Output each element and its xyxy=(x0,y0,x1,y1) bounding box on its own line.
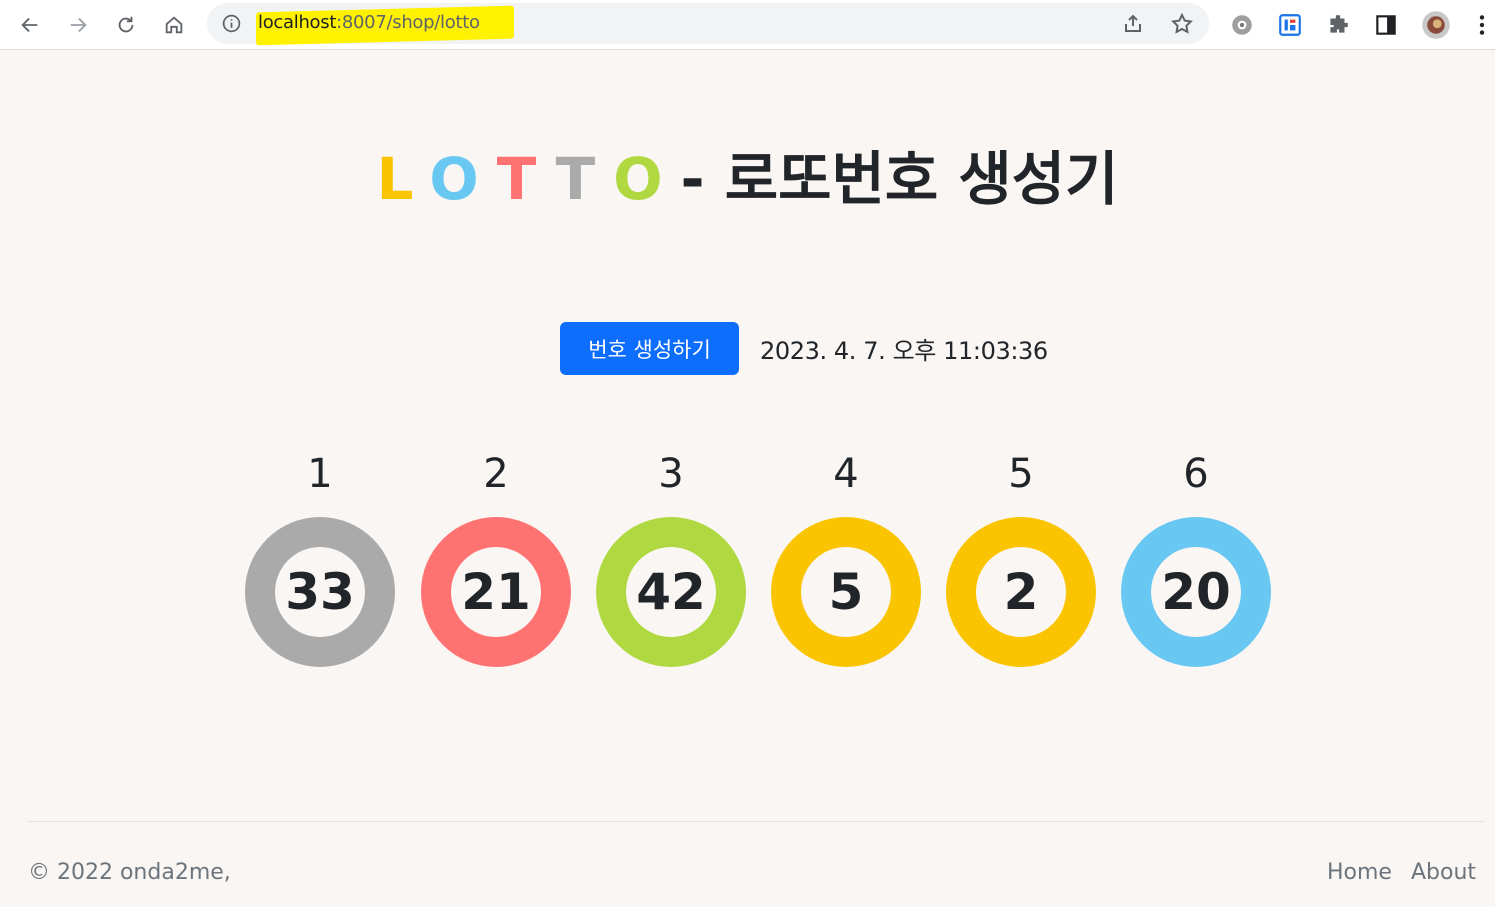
ball-number: 33 xyxy=(275,547,365,637)
ball-slot: 2 21 xyxy=(421,448,571,667)
settings-extension-icon[interactable] xyxy=(1229,12,1255,38)
title-letter: T xyxy=(555,145,614,213)
ball-number: 5 xyxy=(801,547,891,637)
url-text[interactable]: localhost:8007/shop/lotto xyxy=(258,12,480,33)
title-suffix: - 로또번호 생성기 xyxy=(680,145,1119,213)
share-icon[interactable] xyxy=(1121,12,1145,36)
back-button[interactable] xyxy=(13,8,47,42)
footer-copyright: © 2022 onda2me, xyxy=(28,860,231,885)
title-letter: O xyxy=(429,145,497,213)
browser-toolbar: localhost:8007/shop/lotto xyxy=(0,0,1495,50)
ball-index: 1 xyxy=(307,451,333,497)
extensions-puzzle-icon[interactable] xyxy=(1325,12,1351,38)
reload-icon xyxy=(118,16,134,33)
menu-kebab-icon[interactable] xyxy=(1469,12,1495,38)
footer-link-home[interactable]: Home xyxy=(1327,860,1392,885)
lotto-ball: 42 xyxy=(596,517,746,667)
back-arrow-icon xyxy=(21,17,38,33)
title-letter: T xyxy=(496,145,556,213)
lotto-ball: 21 xyxy=(421,517,571,667)
ball-index: 6 xyxy=(1183,451,1209,497)
ball-index: 3 xyxy=(658,451,684,497)
ball-index: 2 xyxy=(483,451,509,497)
lotto-ball: 20 xyxy=(1121,517,1271,667)
footer-link-about[interactable]: About xyxy=(1411,860,1476,885)
ball-slot: 6 20 xyxy=(1121,448,1271,667)
title-letter: L xyxy=(376,145,430,213)
ball-index: 5 xyxy=(1008,451,1034,497)
page-title: LOTTO- 로또번호 생성기 xyxy=(0,132,1495,216)
side-panel-icon[interactable] xyxy=(1373,12,1399,38)
generated-timestamp: 2023. 4. 7. 오후 11:03:36 xyxy=(760,337,1048,365)
bookmark-star-icon[interactable] xyxy=(1170,12,1194,36)
title-letter: O xyxy=(613,145,681,213)
reload-button[interactable] xyxy=(109,8,143,42)
ball-number: 2 xyxy=(976,547,1066,637)
home-button[interactable] xyxy=(157,8,191,42)
ball-slot: 52 xyxy=(946,448,1096,667)
forward-arrow-icon xyxy=(70,17,87,33)
home-icon xyxy=(165,16,183,34)
site-info-icon[interactable] xyxy=(221,13,242,34)
ball-number: 42 xyxy=(626,547,716,637)
ball-index: 4 xyxy=(833,451,859,497)
generate-numbers-button[interactable]: 번호 생성하기 xyxy=(560,322,739,375)
url-host: localhost xyxy=(258,12,337,33)
lotto-ball: 2 xyxy=(946,517,1096,667)
ball-slot: 3 42 xyxy=(596,448,746,667)
footer-divider xyxy=(27,821,1485,822)
calendar-extension-icon[interactable] xyxy=(1277,12,1303,38)
ball-number: 20 xyxy=(1151,547,1241,637)
lotto-ball: 5 xyxy=(771,517,921,667)
ball-number: 21 xyxy=(451,547,541,637)
ball-slot: 45 xyxy=(771,448,921,667)
lotto-ball: 33 xyxy=(245,517,395,667)
url-path: :8007/shop/lotto xyxy=(336,12,480,33)
forward-button[interactable] xyxy=(61,8,95,42)
ball-slot: 1 33 xyxy=(245,448,395,667)
lotto-letters: LOTTO xyxy=(377,145,681,213)
address-bar[interactable]: localhost:8007/shop/lotto xyxy=(207,3,1209,46)
profile-avatar-icon[interactable] xyxy=(1421,10,1451,40)
